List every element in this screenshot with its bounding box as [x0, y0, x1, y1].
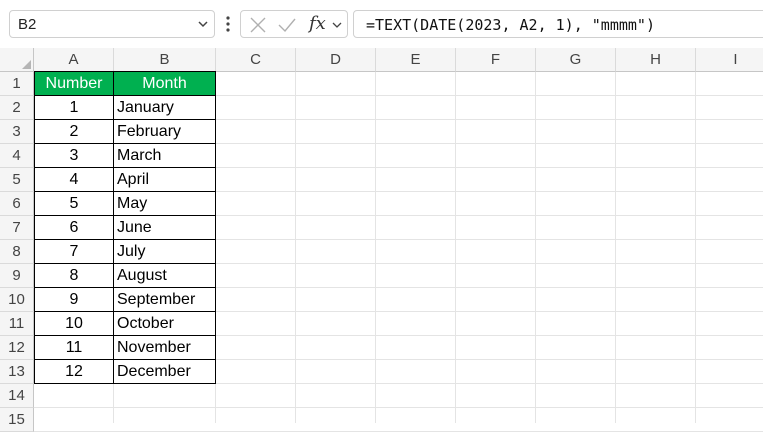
month-cell[interactable]: June — [113, 215, 216, 240]
month-cell[interactable]: April — [113, 167, 216, 192]
month-cell[interactable]: January — [113, 95, 216, 120]
row-header-9[interactable]: 9 — [0, 264, 34, 288]
month-cell[interactable]: August — [113, 263, 216, 288]
gridline — [615, 72, 616, 423]
cancel-icon[interactable] — [249, 16, 267, 34]
column-header-g[interactable]: G — [536, 48, 616, 72]
column-header-i[interactable]: I — [696, 48, 763, 72]
chevron-down-icon[interactable] — [196, 17, 210, 31]
row-header-14[interactable]: 14 — [0, 384, 34, 408]
row-header-13[interactable]: 13 — [0, 360, 34, 384]
column-header-c[interactable]: C — [216, 48, 296, 72]
chevron-down-icon[interactable] — [331, 19, 343, 31]
month-cell[interactable]: November — [113, 335, 216, 360]
number-cell[interactable]: 6 — [34, 215, 114, 240]
table-header-cell[interactable]: Number — [34, 71, 114, 96]
number-cell[interactable]: 7 — [34, 239, 114, 264]
number-cell[interactable]: 1 — [34, 95, 114, 120]
number-cell[interactable]: 5 — [34, 191, 114, 216]
column-header-d[interactable]: D — [296, 48, 376, 72]
row-header-1[interactable]: 1 — [0, 72, 34, 96]
more-options-icon[interactable] — [225, 15, 231, 33]
row-header-11[interactable]: 11 — [0, 312, 34, 336]
row-header-3[interactable]: 3 — [0, 120, 34, 144]
number-cell[interactable]: 3 — [34, 143, 114, 168]
month-cell[interactable]: October — [113, 311, 216, 336]
row-header-6[interactable]: 6 — [0, 192, 34, 216]
row-header-4[interactable]: 4 — [0, 144, 34, 168]
number-cell[interactable]: 12 — [34, 359, 114, 384]
number-cell[interactable]: 10 — [34, 311, 114, 336]
enter-check-icon[interactable] — [277, 16, 297, 34]
formula-bar: B2 fx =TEXT(DATE(2023, A2, 1), "mmmm") — [0, 0, 763, 50]
month-cell[interactable]: December — [113, 359, 216, 384]
month-cell[interactable]: February — [113, 119, 216, 144]
row-header-2[interactable]: 2 — [0, 96, 34, 120]
column-header-a[interactable]: A — [34, 48, 114, 72]
gridline — [455, 72, 456, 423]
formula-controls: fx — [240, 10, 348, 38]
row-header-8[interactable]: 8 — [0, 240, 34, 264]
column-header-f[interactable]: F — [456, 48, 536, 72]
gridline — [695, 72, 696, 423]
number-cell[interactable]: 4 — [34, 167, 114, 192]
row-header-5[interactable]: 5 — [0, 168, 34, 192]
select-all-corner[interactable] — [0, 48, 34, 72]
number-cell[interactable]: 2 — [34, 119, 114, 144]
gridline — [34, 407, 763, 408]
month-cell[interactable]: July — [113, 239, 216, 264]
row-header-12[interactable]: 12 — [0, 336, 34, 360]
number-cell[interactable]: 9 — [34, 287, 114, 312]
table-header-cell[interactable]: Month — [113, 71, 216, 96]
column-header-b[interactable]: B — [114, 48, 216, 72]
name-box-value: B2 — [18, 16, 37, 33]
column-header-e[interactable]: E — [376, 48, 456, 72]
month-cell[interactable]: May — [113, 191, 216, 216]
column-header-h[interactable]: H — [616, 48, 696, 72]
gridline — [295, 72, 296, 423]
gridline — [535, 72, 536, 423]
row-header-7[interactable]: 7 — [0, 216, 34, 240]
formula-input[interactable]: =TEXT(DATE(2023, A2, 1), "mmmm") — [353, 10, 763, 38]
row-header-15[interactable]: 15 — [0, 408, 34, 432]
number-cell[interactable]: 8 — [34, 263, 114, 288]
month-cell[interactable]: March — [113, 143, 216, 168]
gridline — [375, 72, 376, 423]
insert-function-icon[interactable]: fx — [309, 13, 326, 34]
month-cell[interactable]: September — [113, 287, 216, 312]
number-cell[interactable]: 11 — [34, 335, 114, 360]
row-header-10[interactable]: 10 — [0, 288, 34, 312]
name-box[interactable]: B2 — [9, 10, 215, 38]
formula-text: =TEXT(DATE(2023, A2, 1), "mmmm") — [366, 16, 655, 34]
